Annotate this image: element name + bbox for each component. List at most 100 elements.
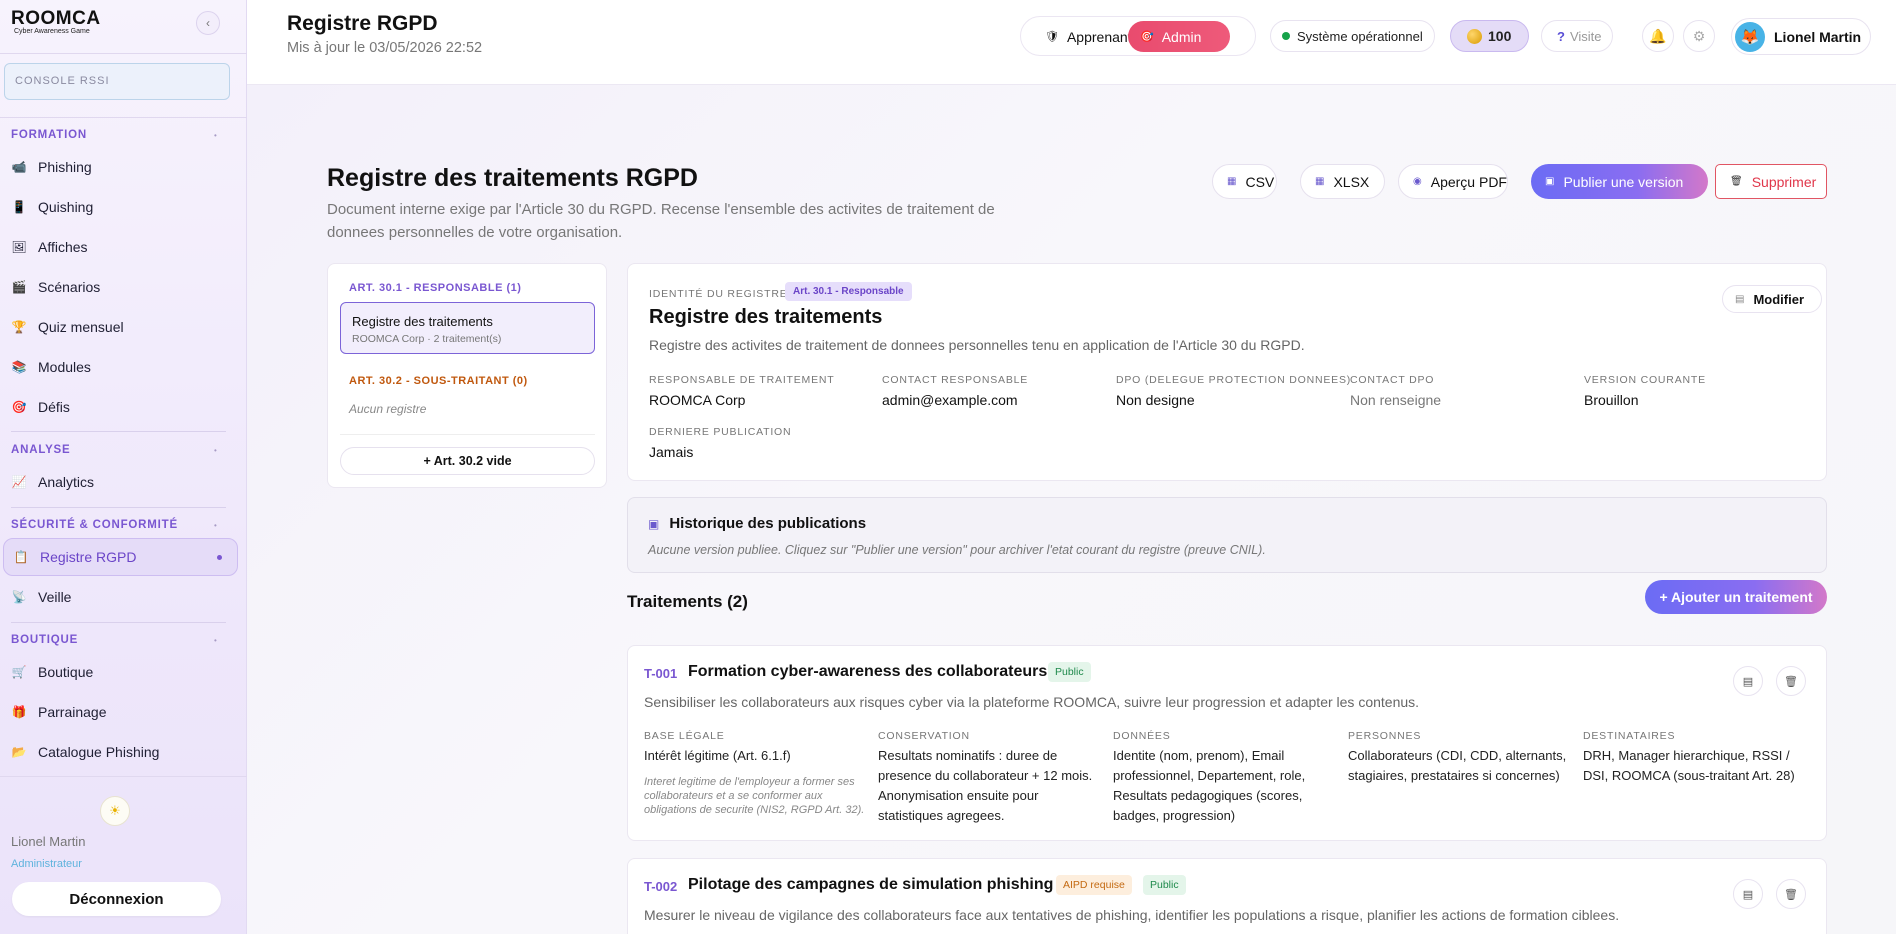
sidebar-item-veille[interactable]: 📡 Veille [11,578,237,616]
target-icon: 🎯 [1140,31,1154,43]
status-dot [1282,32,1290,40]
collapse-sidebar-button[interactable]: ‹ [196,11,220,35]
xlsx-label: XLSX [1333,173,1370,190]
treatment-col-personnes: PERSONNES Collaborateurs (CDI, CDD, alte… [1348,730,1573,786]
section-title-boutique[interactable]: BOUTIQUE [11,634,78,646]
sidebar-item-label: Veille [38,589,72,605]
sidebar-item-catalogue-phishing[interactable]: 📂 Catalogue Phishing [11,733,237,771]
add-art302-button[interactable]: + Art. 30.2 vide [340,447,595,475]
trash-icon: 🗑 [1730,176,1743,187]
sidebar-item-analytics[interactable]: 📈 Analytics [11,463,237,501]
registry-empty-text: Aucun registre [349,402,427,416]
treatment-title: Pilotage des campagnes de simulation phi… [688,876,1054,893]
publish-label: Publier une version [1563,173,1684,190]
delete-treatment-button[interactable]: 🗑 [1776,666,1806,696]
clapper-icon: 🎬 [11,280,27,294]
theme-toggle-button[interactable]: ☀ [100,796,130,826]
sidebar-item-phishing[interactable]: 📹 Phishing [11,148,237,186]
sun-icon: ☀ [109,803,121,818]
field-label: RESPONSABLE DE TRAITEMENT [649,374,835,386]
console-rssi-box[interactable]: CONSOLE RSSI [4,63,230,100]
sidebar-item-defis[interactable]: 🎯 Défis [11,388,237,426]
visit-button[interactable]: ? Visite [1541,20,1613,52]
field-label: VERSION COURANTE [1584,374,1706,386]
sidebar-item-modules[interactable]: 📚 Modules [11,348,237,386]
sidebar-divider [0,776,247,777]
chevron-down-icon[interactable]: • [214,521,217,530]
section-title-formation[interactable]: FORMATION [11,129,87,141]
col-value: DRH, Manager hierarchique, RSSI / DSI, R… [1583,748,1795,783]
edit-treatment-button[interactable]: ▤ [1733,879,1763,909]
books-icon: 📚 [11,360,27,374]
registry-list-card: ART. 30.1 - RESPONSABLE (1) Registre des… [327,263,607,488]
modify-button[interactable]: ▤ Modifier [1722,285,1822,313]
chart-icon: 📈 [11,475,27,489]
identity-caption: IDENTITÉ DU REGISTRE [649,288,788,300]
header-user-name: Lionel Martin [1774,28,1862,45]
col-value: Intérêt légitime (Art. 6.1.f) [644,748,791,763]
coins-badge[interactable]: 100 [1450,20,1529,52]
logo-tagline: Cyber Awareness Game [14,28,90,35]
role-admin-label: Admin [1161,28,1202,45]
treatment-col-base-legale: BASE LÉGALE Intérêt légitime (Art. 6.1.f… [644,730,869,817]
cart-icon: 🛒 [11,665,27,679]
user-menu[interactable]: 🦊 Lionel Martin [1731,18,1871,55]
coin-icon [1467,28,1482,44]
gift-icon: 🎁 [11,705,27,719]
col-label: DONNÉES [1113,730,1171,742]
registry-item-selected[interactable]: Registre des traitements ROOMCA Corp · 2… [340,302,595,354]
field-dpo: DPO (DELEGUE PROTECTION DONNEES) Non desi… [1116,374,1351,408]
edit-treatment-button[interactable]: ▤ [1733,666,1763,696]
csv-label: CSV [1245,173,1275,190]
logo[interactable]: ROOMCA Cyber Awareness Game [11,8,101,35]
role-admin-button[interactable]: 🎯 Admin [1128,21,1230,52]
export-csv-button[interactable]: ▦ CSV [1212,164,1277,199]
gear-icon: ⚙ [1692,27,1706,44]
delete-button[interactable]: 🗑 Supprimer [1715,164,1827,199]
edit-icon: ▤ [1742,675,1754,688]
sidebar-item-affiches[interactable]: 🖼 Affiches [11,228,237,266]
sidebar-item-boutique[interactable]: 🛒 Boutique [11,653,237,691]
section-title-analyse[interactable]: ANALYSE [11,444,71,456]
notifications-button[interactable]: 🔔 [1642,20,1674,52]
col-value: Identite (nom, prenom), Email profession… [1113,748,1306,823]
section-title-securite[interactable]: SÉCURITÉ & CONFORMITÉ [11,519,178,531]
sidebar-item-label: Scénarios [38,279,101,295]
chevron-down-icon[interactable]: • [214,446,217,455]
logout-button[interactable]: Déconnexion [12,882,221,916]
active-indicator [217,554,222,560]
field-label: CONTACT DPO [1350,374,1435,386]
tag-aipd: AIPD requise [1056,875,1132,895]
role-switch: 🛡 Apprenant 🎯 Admin [1020,16,1256,56]
publish-version-button[interactable]: ▣ Publier une version [1531,164,1708,199]
section-separator [11,431,226,432]
field-version: VERSION COURANTE Brouillon [1584,374,1706,408]
pdf-label: Aperçu PDF [1430,173,1507,190]
system-status-label: Système opérationnel [1297,28,1423,44]
export-xlsx-button[interactable]: ▦ XLSX [1300,164,1385,199]
shield-icon: 🛡 [1045,31,1059,43]
field-value: Brouillon [1584,392,1639,408]
tag-public: Public [1048,662,1091,682]
divider [340,434,595,435]
col-note: Interet legitime de l'employeur a former… [644,776,865,816]
chevron-down-icon[interactable]: • [214,636,217,645]
field-last-publication: DERNIERE PUBLICATION Jamais [649,426,791,460]
sidebar-item-parrainage[interactable]: 🎁 Parrainage [11,693,237,731]
identity-description: Registre des activites de traitement de … [649,337,1305,353]
field-value: admin@example.com [882,392,1018,408]
chevron-down-icon[interactable]: • [214,131,217,140]
sidebar-item-scenarios[interactable]: 🎬 Scénarios [11,268,237,306]
add-treatment-button[interactable]: + Ajouter un traitement [1645,580,1827,614]
role-apprenant-button[interactable]: 🛡 Apprenant [1033,21,1144,52]
sidebar-item-quishing[interactable]: 📱 Quishing [11,188,237,226]
sidebar-item-registre-rgpd[interactable]: 📋 Registre RGPD [3,538,238,576]
treatments-heading: Traitements (2) [627,592,748,611]
sidebar-item-quiz-mensuel[interactable]: 🏆 Quiz mensuel [11,308,237,346]
settings-button[interactable]: ⚙ [1683,20,1715,52]
field-value: ROOMCA Corp [649,392,746,408]
preview-pdf-button[interactable]: ◉ Aperçu PDF [1398,164,1508,199]
publish-icon: ▣ [1545,176,1555,187]
poster-icon: 🖼 [11,240,27,254]
delete-treatment-button[interactable]: 🗑 [1776,879,1806,909]
